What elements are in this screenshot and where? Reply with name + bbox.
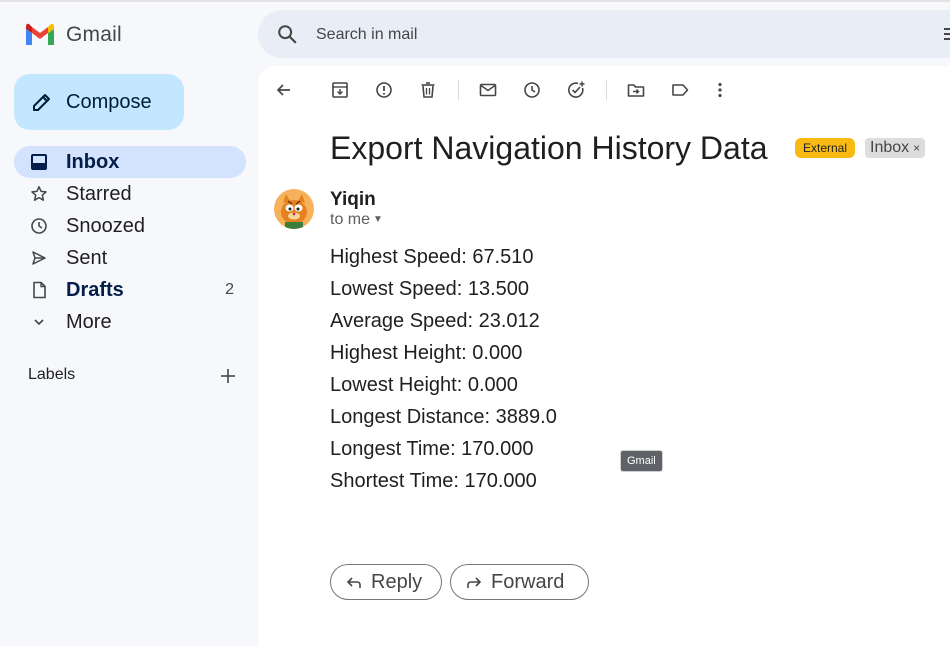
chevron-down-icon bbox=[34, 319, 44, 326]
report-spam-icon[interactable] bbox=[374, 80, 394, 100]
sidebar-item-label: Snoozed bbox=[66, 215, 145, 237]
inbox-label-chip: Inbox × bbox=[865, 138, 926, 158]
body-line: Longest Distance: 3889.0 bbox=[330, 406, 557, 428]
more-icon[interactable] bbox=[710, 80, 730, 100]
forward-button[interactable]: Forward bbox=[450, 564, 589, 600]
email-subject: Export Navigation History Data bbox=[330, 130, 768, 166]
sidebar-item-inbox[interactable]: Inbox bbox=[14, 146, 246, 178]
search-options-icon[interactable] bbox=[942, 24, 950, 44]
sidebar-item-more[interactable]: More bbox=[14, 306, 246, 338]
sidebar-item-drafts[interactable]: Drafts 2 bbox=[14, 274, 246, 306]
search-bar bbox=[258, 10, 950, 58]
clock-icon bbox=[31, 218, 47, 234]
cat-avatar-icon bbox=[274, 189, 314, 229]
drafts-count: 2 bbox=[225, 281, 234, 298]
sidebar-item-label: More bbox=[66, 311, 112, 333]
avatar[interactable] bbox=[274, 189, 314, 229]
sidebar-item-snoozed[interactable]: Snoozed bbox=[14, 210, 246, 242]
label-icon[interactable] bbox=[670, 80, 690, 100]
toolbar-divider bbox=[606, 80, 607, 100]
gmail-logo[interactable]: Gmail bbox=[24, 22, 122, 48]
body-line: Highest Height: 0.000 bbox=[330, 342, 523, 364]
caret-down-icon: ▼ bbox=[373, 214, 383, 226]
delete-icon[interactable] bbox=[418, 80, 438, 100]
body-line: Lowest Height: 0.000 bbox=[330, 374, 518, 396]
body-line: Lowest Speed: 13.500 bbox=[330, 278, 530, 300]
recipient-details[interactable]: to me ▼ bbox=[330, 211, 383, 229]
reply-icon bbox=[346, 577, 361, 588]
search-input[interactable] bbox=[314, 22, 818, 48]
send-icon bbox=[32, 251, 46, 265]
forward-label: Forward bbox=[491, 571, 565, 593]
snooze-icon[interactable] bbox=[522, 80, 542, 100]
pencil-icon bbox=[33, 94, 50, 111]
mark-unread-icon[interactable] bbox=[478, 80, 498, 100]
body-line: Shortest Time: 170.000 bbox=[330, 470, 537, 492]
email-body: Highest Speed: 67.510 Lowest Speed: 13.5… bbox=[330, 241, 557, 497]
recipient-text: to me bbox=[330, 211, 371, 228]
back-icon[interactable] bbox=[274, 80, 294, 100]
tooltip: Gmail bbox=[620, 450, 663, 472]
email-view: Export Navigation History Data External … bbox=[258, 66, 950, 646]
toolbar-divider bbox=[458, 80, 459, 100]
move-to-icon[interactable] bbox=[626, 80, 646, 100]
archive-icon[interactable] bbox=[330, 80, 350, 100]
draft-icon bbox=[33, 281, 46, 299]
forward-icon bbox=[467, 577, 482, 588]
add-task-icon[interactable] bbox=[566, 80, 586, 100]
sidebar-item-label: Drafts bbox=[66, 279, 124, 301]
star-icon bbox=[31, 186, 47, 201]
inbox-label-text: Inbox bbox=[870, 139, 910, 156]
sidebar-item-label: Inbox bbox=[66, 151, 120, 173]
remove-label-icon[interactable]: × bbox=[913, 141, 920, 155]
body-line: Average Speed: 23.012 bbox=[330, 310, 540, 332]
compose-label: Compose bbox=[66, 91, 152, 113]
sidebar-item-starred[interactable]: Starred bbox=[14, 178, 246, 210]
app-name: Gmail bbox=[66, 23, 122, 46]
inbox-icon bbox=[31, 154, 47, 170]
external-badge: External bbox=[795, 138, 856, 158]
reply-button[interactable]: Reply bbox=[330, 564, 442, 600]
sidebar-item-label: Starred bbox=[66, 183, 132, 205]
sender-name: Yiqin bbox=[330, 189, 376, 210]
search-icon[interactable] bbox=[276, 23, 298, 45]
compose-button[interactable]: Compose bbox=[14, 74, 184, 130]
body-line: Longest Time: 170.000 bbox=[330, 438, 534, 460]
sidebar-nav: Inbox Starred Snoozed Sent Drafts 2 More bbox=[14, 146, 246, 338]
top-border bbox=[0, 0, 950, 2]
plus-icon[interactable] bbox=[218, 366, 238, 386]
sidebar-item-sent[interactable]: Sent bbox=[14, 242, 246, 274]
labels-heading: Labels bbox=[28, 366, 76, 383]
gmail-m-icon bbox=[26, 23, 54, 45]
body-line: Highest Speed: 67.510 bbox=[330, 246, 534, 268]
sidebar-item-label: Sent bbox=[66, 247, 108, 269]
reply-label: Reply bbox=[371, 571, 423, 593]
